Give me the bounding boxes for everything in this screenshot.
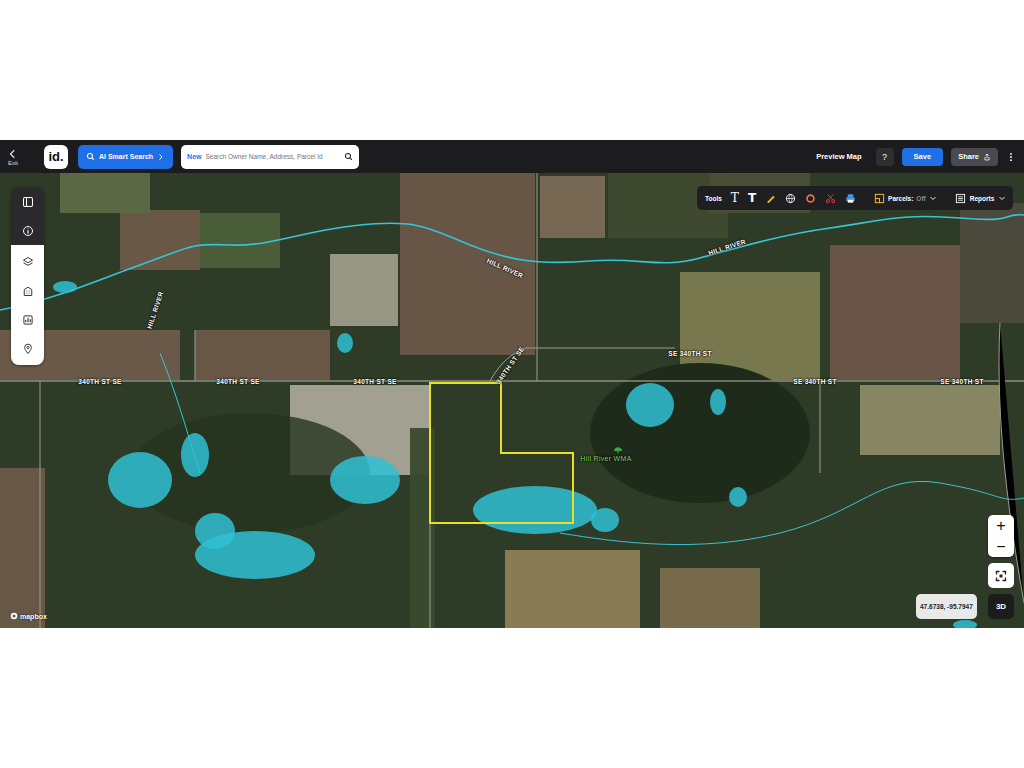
globe-icon-svg [785, 193, 796, 204]
info-icon[interactable] [22, 225, 34, 237]
scissors-icon-svg [825, 193, 836, 204]
circle-tool-icon[interactable] [805, 193, 816, 204]
panel-toggle-icon[interactable] [22, 196, 34, 208]
road-label: 340TH ST SE [216, 378, 259, 385]
parcels-state[interactable]: Off [916, 195, 925, 202]
exit-button[interactable]: Exit [4, 148, 22, 166]
road-label: 340TH ST SE [78, 378, 121, 385]
share-icon[interactable] [983, 153, 991, 161]
road-label: SE 340TH ST [940, 378, 983, 385]
report-icon[interactable] [955, 193, 966, 204]
share-icon-svg [983, 153, 991, 161]
chevron-right-icon[interactable] [157, 153, 165, 161]
left-sidebar [11, 187, 44, 365]
fullscreen-button[interactable] [988, 563, 1014, 588]
mapbox-attribution: mapbox [10, 612, 47, 620]
road-label: SE 340TH ST [793, 378, 836, 385]
chevron-down-icon[interactable] [998, 194, 1006, 202]
app-logo[interactable]: id. [44, 145, 68, 169]
back-chevron-icon-svg [8, 148, 18, 160]
chevron-down-icon[interactable] [929, 194, 937, 202]
view-3d-button[interactable]: 3D [988, 594, 1014, 619]
report-icon-svg [955, 193, 966, 204]
zoom-controls: +− [988, 515, 1014, 557]
road-label: 340TH ST SE [353, 378, 396, 385]
back-chevron-icon [8, 148, 18, 160]
zoom-out-button[interactable]: − [988, 536, 1014, 557]
globe-icon[interactable] [785, 193, 796, 204]
sidebar-tools [11, 245, 44, 365]
parcel-icon[interactable] [874, 193, 885, 204]
info-icon-svg [22, 225, 34, 237]
more-dots-icon-svg [1006, 151, 1016, 163]
map-imagery[interactable] [0, 173, 1024, 628]
help-button[interactable]: ? [876, 148, 894, 166]
poi-label: Hill River WMA [580, 455, 631, 462]
search-icon[interactable] [86, 152, 95, 161]
search-field[interactable]: New [181, 145, 359, 169]
location-pin-icon[interactable] [22, 343, 34, 355]
magnifier-icon[interactable] [344, 152, 353, 161]
preview-map-button[interactable]: Preview Map [816, 152, 861, 161]
road-label: SE 340TH ST [668, 350, 711, 357]
share-label[interactable]: Share [958, 152, 979, 161]
sidebar-button[interactable] [11, 276, 44, 305]
ai-smart-search-label[interactable]: AI Smart Search [99, 153, 153, 160]
fullscreen-icon[interactable] [995, 570, 1007, 582]
ai-smart-search-button[interactable]: AI Smart Search [78, 145, 173, 169]
building-icon[interactable] [22, 285, 34, 297]
coordinates-readout: 47.6738, -95.7947 [916, 594, 977, 619]
share-button[interactable]: Share [951, 148, 998, 166]
location-pin-icon-svg [22, 343, 34, 355]
mapbox-logo-icon-svg [10, 612, 18, 620]
chevron-right-icon-svg [157, 153, 165, 161]
sidebar-button[interactable] [11, 305, 44, 334]
more-dots-icon[interactable] [1006, 151, 1016, 163]
parcels-label[interactable]: Parcels: [888, 195, 913, 202]
satellite-map[interactable]: HILL RIVERHILL RIVERHILL RIVER340TH ST S… [0, 173, 1024, 628]
more-menu-button[interactable] [1006, 151, 1016, 163]
magnifier-icon-svg [344, 152, 353, 161]
sidebar-button[interactable] [11, 247, 44, 276]
tools-bar: Tools TT Parcels:Off Reports [697, 186, 1013, 210]
zoom-in-button[interactable]: + [988, 515, 1014, 536]
panel-toggle-icon-svg [22, 196, 34, 208]
sidebar-button[interactable] [11, 334, 44, 363]
tools-label: Tools [705, 195, 722, 202]
layers-icon-svg [22, 256, 34, 268]
chart-icon[interactable] [22, 314, 34, 326]
save-button[interactable]: Save [902, 148, 944, 166]
layers-icon[interactable] [22, 256, 34, 268]
chart-icon-svg [22, 314, 34, 326]
sidebar-top [11, 187, 44, 245]
attribution-label: mapbox [20, 613, 47, 620]
sidebar-button[interactable] [11, 187, 44, 216]
ruler-icon-svg [765, 193, 776, 204]
scissors-icon[interactable] [825, 193, 836, 204]
ruler-icon[interactable] [765, 193, 776, 204]
reports-menu[interactable]: Reports [955, 193, 1007, 204]
bottom-whitespace [0, 628, 1024, 768]
mapbox-logo-icon [10, 612, 18, 620]
search-input[interactable] [206, 153, 341, 160]
circle-tool-icon-svg [805, 193, 816, 204]
chevron-down-icon-svg [929, 194, 937, 202]
parcel-icon-svg [874, 193, 885, 204]
fullscreen-icon-svg [995, 570, 1007, 582]
search-icon-svg [86, 152, 95, 161]
print-icon[interactable] [845, 193, 856, 204]
building-icon-svg [22, 285, 34, 297]
exit-label[interactable]: Exit [8, 160, 18, 166]
reports-label[interactable]: Reports [970, 195, 995, 202]
new-badge: New [187, 153, 201, 160]
parcels-toggle[interactable]: Parcels:Off [874, 193, 937, 204]
sidebar-button[interactable] [11, 216, 44, 245]
top-whitespace [0, 0, 1024, 140]
text-tool-button[interactable]: T [748, 192, 756, 204]
text-tool-button[interactable]: T [731, 192, 739, 204]
print-icon-svg [845, 193, 856, 204]
top-toolbar: Exit id. AI Smart Search New Preview Map? Sav… [0, 140, 1024, 173]
chevron-down-icon-svg [998, 194, 1006, 202]
